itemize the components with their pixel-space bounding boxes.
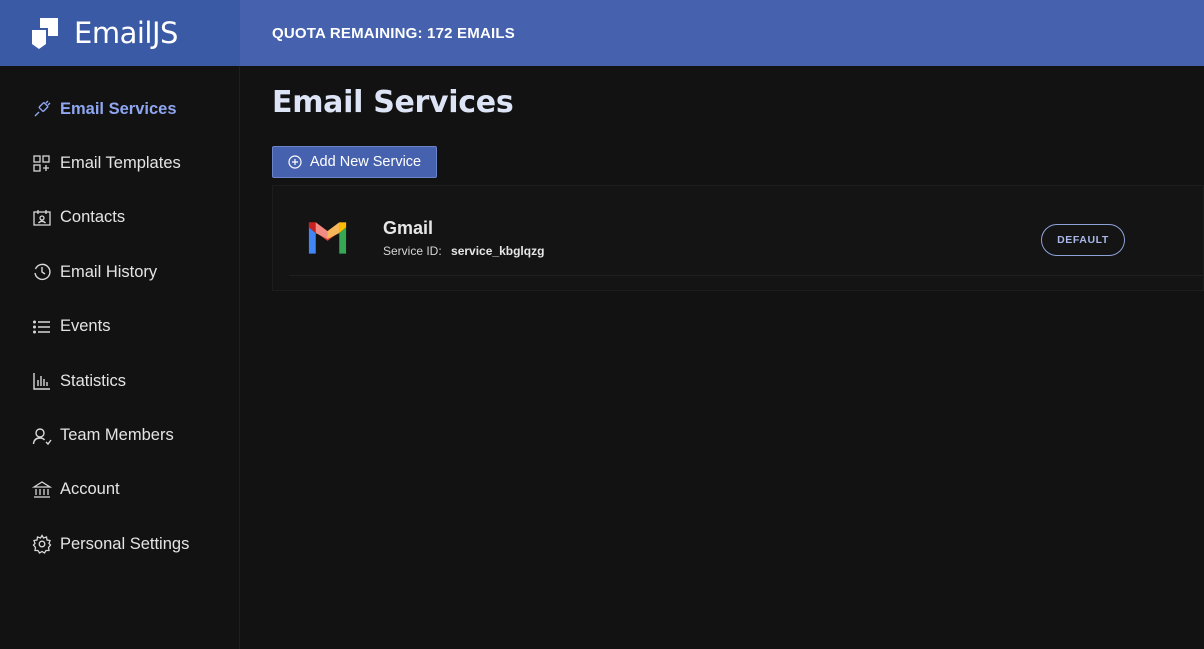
- sidebar-item-label: Email Services: [60, 99, 177, 118]
- sidebar-item-team-members[interactable]: Team Members: [0, 408, 239, 462]
- services-list: Gmail Service ID: service_kbglqzg DEFAUL…: [272, 185, 1204, 291]
- plug-icon: [32, 99, 52, 119]
- gmail-logo-icon: [308, 222, 347, 254]
- templates-icon: [32, 154, 52, 174]
- sidebar-item-events[interactable]: Events: [0, 300, 239, 354]
- bar-chart-icon: [32, 371, 52, 391]
- plus-circle-icon: [288, 155, 302, 169]
- main-content: Email Services Add New Service Gmail Ser…: [272, 66, 1204, 649]
- list-icon: [32, 317, 52, 337]
- service-id: Service ID: service_kbglqzg: [383, 244, 544, 258]
- sidebar-item-personal-settings[interactable]: Personal Settings: [0, 517, 239, 571]
- sidebar-item-label: Statistics: [60, 371, 127, 390]
- sidebar-item-label: Email Templates: [60, 154, 181, 173]
- brand-logo[interactable]: EmailJS: [0, 0, 240, 66]
- contacts-icon: [32, 208, 52, 228]
- quota-remaining: QUOTA REMAINING: 172 EMAILS: [272, 24, 515, 42]
- add-new-service-label: Add New Service: [309, 154, 422, 170]
- service-name: Gmail: [383, 218, 434, 238]
- sidebar-item-account[interactable]: Account: [0, 463, 239, 517]
- history-icon: [32, 262, 52, 282]
- gear-icon: [32, 534, 52, 555]
- sidebar-item-contacts[interactable]: Contacts: [0, 191, 239, 245]
- sidebar-item-label: Contacts: [60, 208, 126, 227]
- sidebar-item-statistics[interactable]: Statistics: [0, 354, 239, 408]
- sidebar-item-email-templates[interactable]: Email Templates: [0, 136, 239, 190]
- sidebar: Email Services Email Templates Contacts …: [0, 66, 240, 649]
- sidebar-item-label: Team Members: [60, 426, 174, 445]
- default-badge[interactable]: DEFAULT: [1041, 224, 1125, 256]
- sidebar-item-email-services[interactable]: Email Services: [0, 82, 239, 136]
- add-new-service-button[interactable]: Add New Service: [272, 146, 437, 178]
- sidebar-item-label: Email History: [60, 262, 158, 281]
- sidebar-item-label: Personal Settings: [60, 534, 190, 553]
- page-title: Email Services: [272, 85, 514, 120]
- brand-name: EmailJS: [74, 16, 178, 50]
- service-item[interactable]: Gmail Service ID: service_kbglqzg DEFAUL…: [289, 186, 1203, 276]
- sidebar-item-label: Events: [60, 317, 111, 336]
- top-bar: QUOTA REMAINING: 172 EMAILS: [240, 0, 1204, 66]
- sidebar-item-email-history[interactable]: Email History: [0, 245, 239, 299]
- sidebar-item-label: Account: [60, 480, 120, 499]
- service-id-value: service_kbglqzg: [451, 244, 545, 258]
- emailjs-logo-icon: [32, 18, 58, 49]
- bank-icon: [32, 480, 52, 500]
- service-id-label: Service ID:: [383, 244, 442, 258]
- team-icon: [32, 426, 52, 446]
